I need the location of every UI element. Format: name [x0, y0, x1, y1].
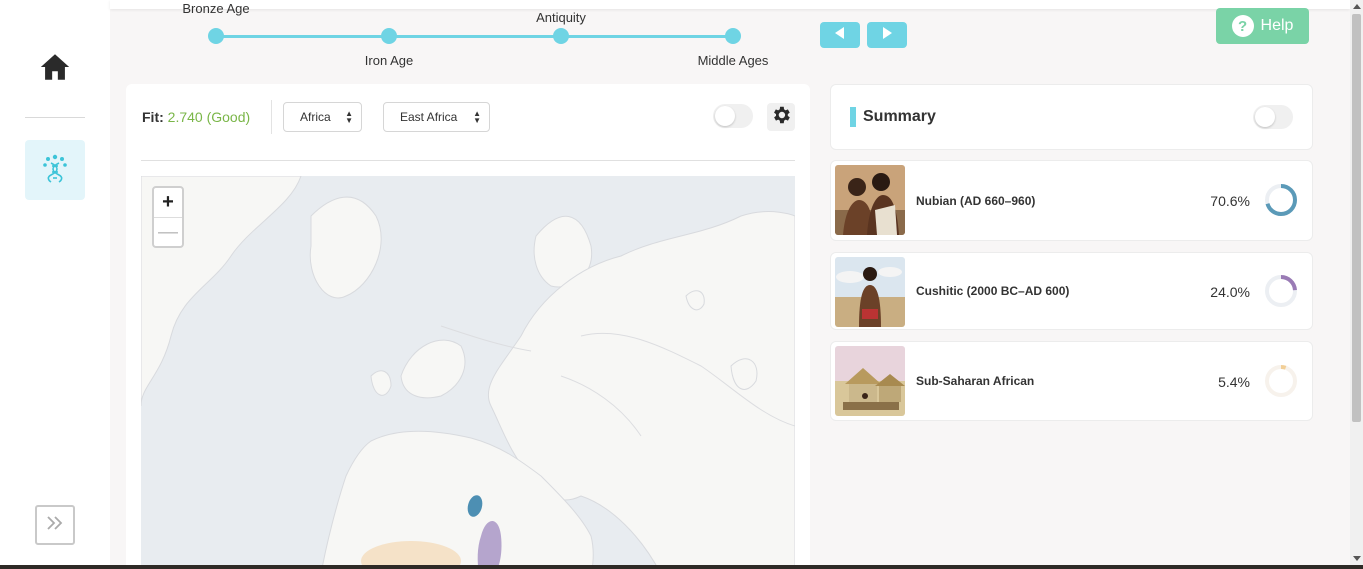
toggle-knob	[1255, 107, 1275, 127]
help-button[interactable]: ? Help	[1216, 8, 1309, 44]
population-name: Nubian (AD 660–960)	[916, 194, 1036, 208]
population-row-nubian[interactable]: Nubian (AD 660–960) 70.6%	[830, 160, 1313, 241]
timeline-node-antiquity[interactable]	[553, 28, 569, 44]
fit-label: Fit:	[142, 109, 164, 125]
population-name: Sub-Saharan African	[916, 374, 1035, 388]
region-select[interactable]: Africa ▲ ▼	[283, 102, 362, 132]
map-card: Fit: 2.740 (Good) Africa ▲ ▼ East Africa …	[126, 84, 810, 569]
timeline-label-bronze-age[interactable]: Bronze Age	[182, 1, 249, 16]
population-percent: 24.0%	[1210, 284, 1250, 300]
timeline-label-middle-ages[interactable]: Middle Ages	[698, 53, 769, 68]
summary-title: Summary	[863, 108, 936, 125]
card-divider	[141, 160, 795, 161]
map-toggle[interactable]	[713, 104, 753, 128]
settings-button[interactable]	[767, 103, 795, 131]
scroll-down-arrow-icon[interactable]	[1353, 556, 1361, 561]
sidebar-divider	[25, 117, 85, 118]
population-donut	[1265, 365, 1297, 397]
scrollbar-thumb[interactable]	[1352, 14, 1361, 422]
select-arrows-icon: ▲ ▼	[473, 109, 481, 125]
dna-tree-icon	[42, 153, 68, 188]
taskbar-edge	[0, 565, 1363, 569]
help-label: Help	[1260, 17, 1294, 34]
zoom-out-button[interactable]: —	[154, 217, 182, 246]
timeline-node-middle-ages[interactable]	[725, 28, 741, 44]
timeline-label-iron-age[interactable]: Iron Age	[365, 53, 413, 68]
population-row-cushitic[interactable]: Cushitic (2000 BC–AD 600) 24.0%	[830, 252, 1313, 330]
double-chevron-right-icon	[45, 515, 65, 536]
subregion-select[interactable]: East Africa ▲ ▼	[383, 102, 490, 132]
world-map[interactable]: + —	[141, 176, 795, 569]
next-era-button[interactable]	[867, 22, 907, 48]
population-row-sub-saharan[interactable]: Sub-Saharan African 5.4%	[830, 341, 1313, 421]
population-percent: 70.6%	[1210, 193, 1250, 209]
question-circle-icon: ?	[1231, 15, 1254, 37]
timeline-track	[216, 35, 733, 38]
gear-icon	[770, 104, 792, 131]
summary-toggle[interactable]	[1253, 105, 1293, 129]
sidebar	[0, 0, 110, 569]
zoom-control: + —	[152, 186, 184, 248]
timeline-node-iron-age[interactable]	[381, 28, 397, 44]
timeline-label-antiquity[interactable]: Antiquity	[536, 10, 586, 25]
population-name: Cushitic (2000 BC–AD 600)	[916, 284, 1070, 298]
cushitic-portrait	[835, 257, 905, 327]
fit-score: Fit: 2.740 (Good)	[142, 109, 250, 125]
expand-sidebar-button[interactable]	[35, 505, 75, 545]
previous-era-button[interactable]	[820, 22, 860, 48]
scroll-up-arrow-icon[interactable]	[1353, 4, 1361, 9]
triangle-right-icon	[879, 25, 895, 46]
population-donut	[1265, 275, 1297, 307]
zoom-in-button[interactable]: +	[154, 188, 182, 217]
era-timeline: Bronze Age Iron Age Antiquity Middle Age…	[110, 0, 810, 75]
page-scrollbar[interactable]	[1350, 0, 1363, 569]
sub-saharan-village-image	[835, 346, 905, 416]
triangle-left-icon	[832, 25, 848, 46]
select-arrows-icon: ▲ ▼	[345, 109, 353, 125]
toolbar-separator	[271, 100, 272, 134]
home-icon[interactable]	[38, 50, 72, 84]
summary-header: Summary	[830, 84, 1313, 150]
dna-nav-item[interactable]	[25, 140, 85, 200]
population-percent: 5.4%	[1218, 374, 1250, 390]
map-tiles	[141, 176, 795, 569]
subregion-select-value: East Africa	[400, 110, 458, 124]
region-select-value: Africa	[300, 110, 331, 124]
population-donut	[1265, 184, 1297, 216]
summary-accent-bar	[850, 107, 856, 127]
toggle-knob	[715, 106, 735, 126]
fit-value: 2.740 (Good)	[167, 109, 251, 125]
timeline-node-bronze-age[interactable]	[208, 28, 224, 44]
nubian-portrait	[835, 165, 905, 235]
